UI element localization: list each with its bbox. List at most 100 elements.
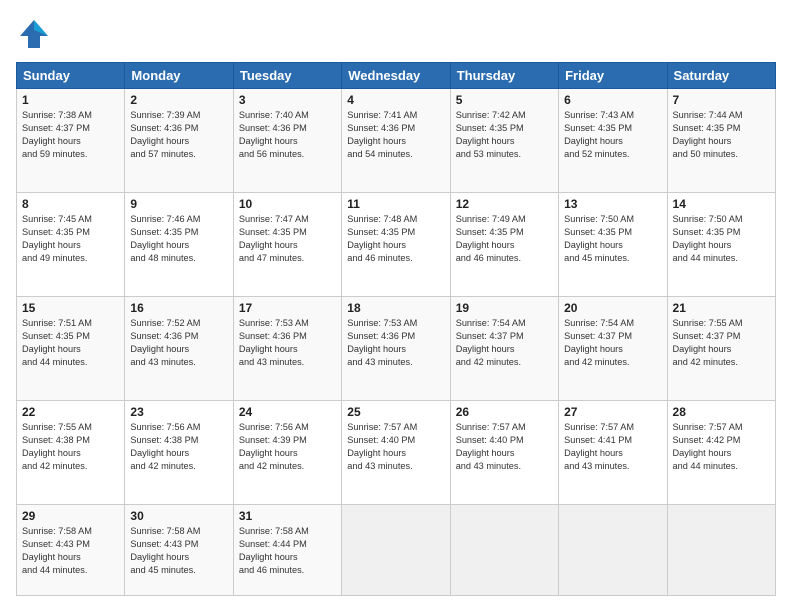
day-number: 22: [22, 405, 119, 419]
day-info: Sunrise: 7:40 AMSunset: 4:36 PMDaylight …: [239, 110, 309, 159]
day-number: 15: [22, 301, 119, 315]
day-number: 11: [347, 197, 444, 211]
header-thursday: Thursday: [450, 63, 558, 89]
header-sunday: Sunday: [17, 63, 125, 89]
day-number: 21: [673, 301, 770, 315]
calendar-cell: 25 Sunrise: 7:57 AMSunset: 4:40 PMDaylig…: [342, 401, 450, 505]
calendar-cell: 21 Sunrise: 7:55 AMSunset: 4:37 PMDaylig…: [667, 297, 775, 401]
calendar-cell: 3 Sunrise: 7:40 AMSunset: 4:36 PMDayligh…: [233, 89, 341, 193]
calendar-cell: 14 Sunrise: 7:50 AMSunset: 4:35 PMDaylig…: [667, 193, 775, 297]
day-info: Sunrise: 7:43 AMSunset: 4:35 PMDaylight …: [564, 110, 634, 159]
day-info: Sunrise: 7:55 AMSunset: 4:37 PMDaylight …: [673, 318, 743, 367]
calendar-cell: [559, 505, 667, 596]
day-number: 24: [239, 405, 336, 419]
day-info: Sunrise: 7:54 AMSunset: 4:37 PMDaylight …: [456, 318, 526, 367]
day-info: Sunrise: 7:53 AMSunset: 4:36 PMDaylight …: [239, 318, 309, 367]
day-number: 5: [456, 93, 553, 107]
day-number: 3: [239, 93, 336, 107]
header-saturday: Saturday: [667, 63, 775, 89]
day-number: 16: [130, 301, 227, 315]
calendar-cell: 26 Sunrise: 7:57 AMSunset: 4:40 PMDaylig…: [450, 401, 558, 505]
day-number: 14: [673, 197, 770, 211]
day-number: 8: [22, 197, 119, 211]
day-info: Sunrise: 7:58 AMSunset: 4:43 PMDaylight …: [130, 526, 200, 575]
day-info: Sunrise: 7:56 AMSunset: 4:38 PMDaylight …: [130, 422, 200, 471]
day-number: 30: [130, 509, 227, 523]
logo-icon: [16, 16, 52, 52]
day-info: Sunrise: 7:38 AMSunset: 4:37 PMDaylight …: [22, 110, 92, 159]
day-info: Sunrise: 7:42 AMSunset: 4:35 PMDaylight …: [456, 110, 526, 159]
day-info: Sunrise: 7:39 AMSunset: 4:36 PMDaylight …: [130, 110, 200, 159]
calendar-header-row: Sunday Monday Tuesday Wednesday Thursday…: [17, 63, 776, 89]
day-info: Sunrise: 7:49 AMSunset: 4:35 PMDaylight …: [456, 214, 526, 263]
calendar-cell: 19 Sunrise: 7:54 AMSunset: 4:37 PMDaylig…: [450, 297, 558, 401]
calendar-cell: 17 Sunrise: 7:53 AMSunset: 4:36 PMDaylig…: [233, 297, 341, 401]
day-info: Sunrise: 7:58 AMSunset: 4:44 PMDaylight …: [239, 526, 309, 575]
day-info: Sunrise: 7:46 AMSunset: 4:35 PMDaylight …: [130, 214, 200, 263]
calendar-cell: 16 Sunrise: 7:52 AMSunset: 4:36 PMDaylig…: [125, 297, 233, 401]
calendar-cell: 4 Sunrise: 7:41 AMSunset: 4:36 PMDayligh…: [342, 89, 450, 193]
day-info: Sunrise: 7:51 AMSunset: 4:35 PMDaylight …: [22, 318, 92, 367]
calendar-cell: 5 Sunrise: 7:42 AMSunset: 4:35 PMDayligh…: [450, 89, 558, 193]
calendar-cell: 27 Sunrise: 7:57 AMSunset: 4:41 PMDaylig…: [559, 401, 667, 505]
calendar-cell: [450, 505, 558, 596]
calendar-cell: 29 Sunrise: 7:58 AMSunset: 4:43 PMDaylig…: [17, 505, 125, 596]
day-number: 19: [456, 301, 553, 315]
calendar-cell: 23 Sunrise: 7:56 AMSunset: 4:38 PMDaylig…: [125, 401, 233, 505]
calendar-cell: [342, 505, 450, 596]
day-info: Sunrise: 7:57 AMSunset: 4:41 PMDaylight …: [564, 422, 634, 471]
header-monday: Monday: [125, 63, 233, 89]
calendar-cell: 20 Sunrise: 7:54 AMSunset: 4:37 PMDaylig…: [559, 297, 667, 401]
day-number: 13: [564, 197, 661, 211]
day-info: Sunrise: 7:57 AMSunset: 4:42 PMDaylight …: [673, 422, 743, 471]
calendar-cell: 1 Sunrise: 7:38 AMSunset: 4:37 PMDayligh…: [17, 89, 125, 193]
day-info: Sunrise: 7:47 AMSunset: 4:35 PMDaylight …: [239, 214, 309, 263]
day-info: Sunrise: 7:58 AMSunset: 4:43 PMDaylight …: [22, 526, 92, 575]
day-number: 4: [347, 93, 444, 107]
calendar-cell: 12 Sunrise: 7:49 AMSunset: 4:35 PMDaylig…: [450, 193, 558, 297]
calendar-cell: 28 Sunrise: 7:57 AMSunset: 4:42 PMDaylig…: [667, 401, 775, 505]
calendar-cell: 31 Sunrise: 7:58 AMSunset: 4:44 PMDaylig…: [233, 505, 341, 596]
calendar-cell: 10 Sunrise: 7:47 AMSunset: 4:35 PMDaylig…: [233, 193, 341, 297]
day-number: 17: [239, 301, 336, 315]
calendar-cell: 15 Sunrise: 7:51 AMSunset: 4:35 PMDaylig…: [17, 297, 125, 401]
header-wednesday: Wednesday: [342, 63, 450, 89]
header-tuesday: Tuesday: [233, 63, 341, 89]
calendar-cell: 24 Sunrise: 7:56 AMSunset: 4:39 PMDaylig…: [233, 401, 341, 505]
day-info: Sunrise: 7:55 AMSunset: 4:38 PMDaylight …: [22, 422, 92, 471]
day-number: 20: [564, 301, 661, 315]
day-number: 2: [130, 93, 227, 107]
header-friday: Friday: [559, 63, 667, 89]
day-number: 28: [673, 405, 770, 419]
day-number: 27: [564, 405, 661, 419]
calendar-cell: 9 Sunrise: 7:46 AMSunset: 4:35 PMDayligh…: [125, 193, 233, 297]
calendar-cell: 11 Sunrise: 7:48 AMSunset: 4:35 PMDaylig…: [342, 193, 450, 297]
day-number: 31: [239, 509, 336, 523]
header: [16, 16, 776, 52]
day-number: 12: [456, 197, 553, 211]
day-number: 7: [673, 93, 770, 107]
day-info: Sunrise: 7:54 AMSunset: 4:37 PMDaylight …: [564, 318, 634, 367]
day-info: Sunrise: 7:56 AMSunset: 4:39 PMDaylight …: [239, 422, 309, 471]
calendar-cell: 22 Sunrise: 7:55 AMSunset: 4:38 PMDaylig…: [17, 401, 125, 505]
calendar-cell: 18 Sunrise: 7:53 AMSunset: 4:36 PMDaylig…: [342, 297, 450, 401]
day-info: Sunrise: 7:57 AMSunset: 4:40 PMDaylight …: [347, 422, 417, 471]
page: Sunday Monday Tuesday Wednesday Thursday…: [0, 0, 792, 612]
day-info: Sunrise: 7:53 AMSunset: 4:36 PMDaylight …: [347, 318, 417, 367]
day-info: Sunrise: 7:48 AMSunset: 4:35 PMDaylight …: [347, 214, 417, 263]
calendar-cell: [667, 505, 775, 596]
day-info: Sunrise: 7:52 AMSunset: 4:36 PMDaylight …: [130, 318, 200, 367]
day-info: Sunrise: 7:57 AMSunset: 4:40 PMDaylight …: [456, 422, 526, 471]
day-number: 29: [22, 509, 119, 523]
calendar-cell: 7 Sunrise: 7:44 AMSunset: 4:35 PMDayligh…: [667, 89, 775, 193]
day-number: 18: [347, 301, 444, 315]
calendar-cell: 2 Sunrise: 7:39 AMSunset: 4:36 PMDayligh…: [125, 89, 233, 193]
day-info: Sunrise: 7:45 AMSunset: 4:35 PMDaylight …: [22, 214, 92, 263]
day-number: 26: [456, 405, 553, 419]
day-number: 6: [564, 93, 661, 107]
day-number: 25: [347, 405, 444, 419]
day-info: Sunrise: 7:50 AMSunset: 4:35 PMDaylight …: [564, 214, 634, 263]
day-number: 9: [130, 197, 227, 211]
day-number: 10: [239, 197, 336, 211]
calendar-cell: 8 Sunrise: 7:45 AMSunset: 4:35 PMDayligh…: [17, 193, 125, 297]
